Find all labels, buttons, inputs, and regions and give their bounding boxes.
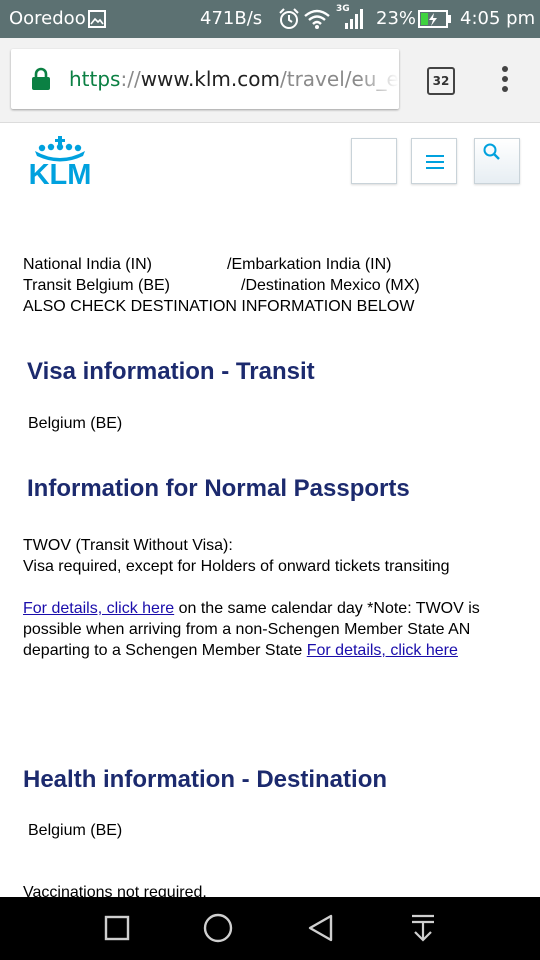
visa-country: Belgium (BE) — [28, 415, 123, 432]
transit-line-a: Transit Belgium (BE) — [23, 277, 170, 294]
note-line-3-start: departing to a Schengen Member State — [23, 642, 307, 659]
klm-crown-icon — [35, 136, 85, 162]
note-line-2: possible when arriving from a non-Scheng… — [23, 621, 471, 638]
hamburger-icon — [426, 155, 444, 169]
normal-passports-heading: Information for Normal Passports — [27, 475, 410, 502]
gallery-icon — [88, 10, 106, 28]
back-icon[interactable] — [307, 914, 335, 942]
url-text: https://www.klm.com/travel/eu_en — [69, 66, 399, 92]
national-line-a: National India (IN) — [23, 256, 152, 273]
hamburger-button[interactable] — [411, 138, 457, 184]
twov-title: TWOV (Transit Without Visa): — [23, 537, 233, 554]
alarm-icon — [279, 8, 299, 29]
note-line-3: departing to a Schengen Member State For… — [23, 640, 458, 661]
header-blank-button[interactable] — [351, 138, 397, 184]
recent-apps-icon[interactable] — [104, 915, 130, 941]
url-separator: :// — [120, 67, 141, 91]
clock: 4:05 pm — [460, 8, 536, 29]
home-icon[interactable] — [203, 913, 233, 943]
battery-icon — [418, 10, 451, 28]
wifi-icon — [304, 9, 330, 29]
also-check-line: ALSO CHECK DESTINATION INFORMATION BELOW — [23, 298, 415, 315]
carrier-label: Ooredoo — [9, 8, 86, 29]
url-fade — [359, 49, 399, 109]
menu-icon[interactable] — [500, 66, 510, 96]
url-host: www.klm.com — [140, 67, 280, 91]
lock-icon — [32, 67, 50, 90]
url-scheme: https — [69, 67, 121, 91]
visa-heading: Visa information - Transit — [27, 358, 315, 385]
details-link-2[interactable]: For details, click here — [307, 642, 458, 659]
note-line-1-rest: on the same calendar day *Note: TWOV is — [174, 600, 480, 617]
notifications-down-icon[interactable] — [410, 913, 436, 943]
tabs-icon[interactable]: 32 — [427, 67, 455, 95]
status-bar: Ooredoo 471B/s 3G 23% 4:05 pm — [0, 0, 540, 38]
national-line-b: /Embarkation India (IN) — [227, 256, 392, 273]
transit-line-b: /Destination Mexico (MX) — [241, 277, 420, 294]
health-country: Belgium (BE) — [28, 822, 123, 839]
note-line-1: For details, click here on the same cale… — [23, 598, 480, 619]
address-bar[interactable]: https://www.klm.com/travel/eu_en — [11, 49, 399, 109]
search-button[interactable] — [474, 138, 520, 184]
logo-text: KLM — [29, 159, 92, 187]
navigation-bar — [0, 897, 540, 960]
twov-text: Visa required, except for Holders of onw… — [23, 558, 450, 575]
health-heading: Health information - Destination — [23, 766, 388, 793]
search-icon — [483, 143, 500, 160]
browser-toolbar: https://www.klm.com/travel/eu_en 32 — [0, 38, 540, 123]
battery-percent: 23% — [376, 8, 417, 29]
klm-logo[interactable]: KLM — [17, 135, 103, 187]
network-speed: 471B/s — [200, 8, 263, 29]
details-link-1[interactable]: For details, click here — [23, 600, 174, 617]
signal-icon — [345, 9, 363, 29]
